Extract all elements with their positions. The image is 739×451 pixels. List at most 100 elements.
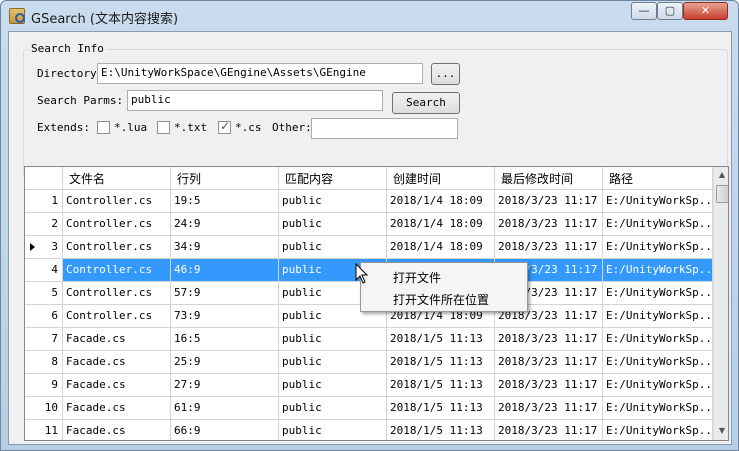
directory-input[interactable]: E:\UnityWorkSpace\GEngine\Assets\GEngine [97,63,423,84]
cell-pos[interactable]: 16:5 [171,328,279,351]
scroll-down-arrow-icon[interactable]: ▼ [716,425,728,437]
cell-file[interactable]: Controller.cs [63,259,171,282]
cell-modified[interactable]: 2018/3/23 11:17 [495,397,603,420]
search-parms-input[interactable]: public [127,90,383,111]
cell-path[interactable]: E:/UnityWorkSp... [603,282,713,305]
cell-created[interactable]: 2018/1/4 18:09 [387,213,495,236]
row-number[interactable]: 8 [25,351,63,374]
row-number[interactable]: 5 [25,282,63,305]
table-row[interactable]: 2 Controller.cs 24:9 public 2018/1/4 18:09 20… [25,213,713,236]
table-row[interactable]: 7 Facade.cs 16:5 public 2018/1/5 11:13 2018/3… [25,328,713,351]
cell-match[interactable]: public [279,420,387,440]
row-number[interactable]: 10 [25,397,63,420]
cell-path[interactable]: E:/UnityWorkSp... [603,190,713,213]
cell-modified[interactable]: 2018/3/23 11:17 [495,328,603,351]
vertical-scrollbar[interactable]: ▲ ▼ [713,167,728,440]
column-header-file[interactable]: 文件名 [63,167,171,190]
cell-created[interactable]: 2018/1/4 18:09 [387,236,495,259]
cell-modified[interactable]: 2018/3/23 11:17 [495,420,603,440]
row-number[interactable]: 1 [25,190,63,213]
cell-created[interactable]: 2018/1/5 11:13 [387,351,495,374]
cell-path[interactable]: E:/UnityWorkSp... [603,305,713,328]
column-header-pos[interactable]: 行列 [171,167,279,190]
cell-file[interactable]: Controller.cs [63,190,171,213]
cell-match[interactable]: public [279,190,387,213]
cell-path[interactable]: E:/UnityWorkSp... [603,236,713,259]
cell-match[interactable]: public [279,351,387,374]
cs-checkbox[interactable] [218,119,231,134]
cell-file[interactable]: Facade.cs [63,351,171,374]
column-header-path[interactable]: 路径 [603,167,713,190]
scroll-up-arrow-icon[interactable]: ▲ [716,169,728,181]
table-row[interactable]: 1 Controller.cs 19:5 public 2018/1/4 18:09 20… [25,190,713,213]
cell-match[interactable]: public [279,236,387,259]
minimize-button[interactable]: — [631,2,657,20]
cell-path[interactable]: E:/UnityWorkSp... [603,397,713,420]
cell-match[interactable]: public [279,397,387,420]
column-header-match[interactable]: 匹配内容 [279,167,387,190]
cell-modified[interactable]: 2018/3/23 11:17 [495,190,603,213]
open-file-location-menu-item[interactable]: 打开文件所在位置 [361,288,527,310]
row-number[interactable]: 7 [25,328,63,351]
cell-file[interactable]: Facade.cs [63,420,171,440]
cell-file[interactable]: Facade.cs [63,374,171,397]
cell-created[interactable]: 2018/1/4 18:09 [387,190,495,213]
cell-pos[interactable]: 57:9 [171,282,279,305]
table-row[interactable]: 11 Facade.cs 66:9 public 2018/1/5 11:13 2018/… [25,420,713,440]
cell-modified[interactable]: 2018/3/23 11:17 [495,236,603,259]
browse-button[interactable]: ... [431,63,460,85]
cell-created[interactable]: 2018/1/5 11:13 [387,328,495,351]
cell-file[interactable]: Controller.cs [63,282,171,305]
cell-match[interactable]: public [279,374,387,397]
row-number[interactable]: 6 [25,305,63,328]
column-header-modified[interactable]: 最后修改时间 [495,167,603,190]
table-row[interactable]: 9 Facade.cs 27:9 public 2018/1/5 11:13 2018/3… [25,374,713,397]
cell-modified[interactable]: 2018/3/23 11:17 [495,374,603,397]
search-button[interactable]: Search [392,92,460,114]
other-input[interactable] [311,118,458,139]
close-button[interactable]: ✕ [683,2,728,20]
cell-path[interactable]: E:/UnityWorkSp... [603,351,713,374]
row-number[interactable]: 9 [25,374,63,397]
open-file-menu-item[interactable]: 打开文件 [361,266,527,288]
cell-modified[interactable]: 2018/3/23 11:17 [495,351,603,374]
cell-pos[interactable]: 19:5 [171,190,279,213]
cell-match[interactable]: public [279,213,387,236]
cell-path[interactable]: E:/UnityWorkSp... [603,420,713,440]
cell-pos[interactable]: 24:9 [171,213,279,236]
cell-pos[interactable]: 27:9 [171,374,279,397]
table-row[interactable]: 3 Controller.cs 34:9 public 2018/1/4 18:09 20… [25,236,713,259]
cell-file[interactable]: Facade.cs [63,397,171,420]
directory-label: Directory: [37,67,104,80]
cell-pos[interactable]: 34:9 [171,236,279,259]
cell-path[interactable]: E:/UnityWorkSp... [603,328,713,351]
cell-pos[interactable]: 46:9 [171,259,279,282]
txt-checkbox[interactable] [157,121,170,134]
cell-file[interactable]: Facade.cs [63,328,171,351]
cell-path[interactable]: E:/UnityWorkSp... [603,213,713,236]
cell-file[interactable]: Controller.cs [63,305,171,328]
cell-pos[interactable]: 25:9 [171,351,279,374]
maximize-button[interactable]: ▢ [657,2,683,20]
cell-file[interactable]: Controller.cs [63,236,171,259]
cell-match[interactable]: public [279,328,387,351]
cell-path[interactable]: E:/UnityWorkSp... [603,374,713,397]
cell-pos[interactable]: 66:9 [171,420,279,440]
cell-created[interactable]: 2018/1/5 11:13 [387,397,495,420]
table-row[interactable]: 8 Facade.cs 25:9 public 2018/1/5 11:13 2018/3… [25,351,713,374]
scroll-thumb[interactable] [716,185,728,203]
row-number[interactable]: 11 [25,420,63,440]
row-number[interactable]: 4 [25,259,63,282]
cell-pos[interactable]: 73:9 [171,305,279,328]
cell-path[interactable]: E:/UnityWorkSp... [603,259,713,282]
cell-created[interactable]: 2018/1/5 11:13 [387,420,495,440]
cell-modified[interactable]: 2018/3/23 11:17 [495,213,603,236]
column-header-created[interactable]: 创建时间 [387,167,495,190]
row-number[interactable]: 2 [25,213,63,236]
lua-checkbox[interactable] [97,121,110,134]
cell-created[interactable]: 2018/1/5 11:13 [387,374,495,397]
cell-pos[interactable]: 61:9 [171,397,279,420]
title-bar[interactable]: GSearch (文本内容搜索) — ▢ ✕ [1,1,738,31]
cell-file[interactable]: Controller.cs [63,213,171,236]
table-row[interactable]: 10 Facade.cs 61:9 public 2018/1/5 11:13 2018/… [25,397,713,420]
